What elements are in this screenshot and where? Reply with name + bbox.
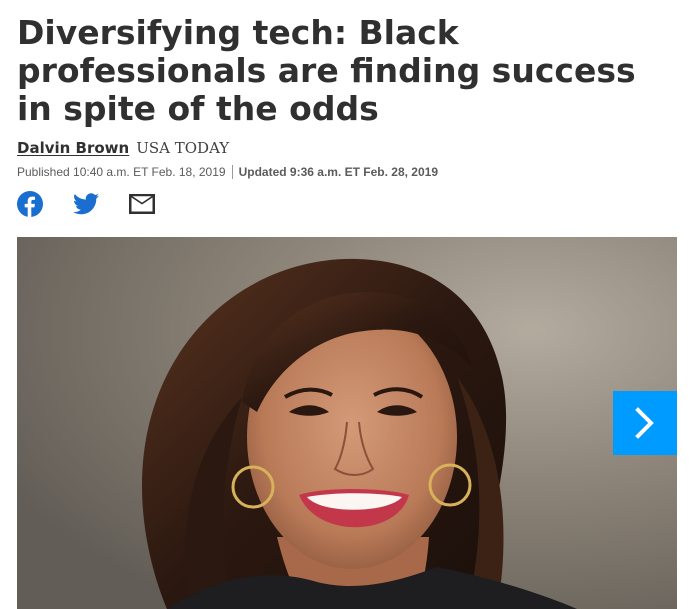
- email-share-button[interactable]: [129, 190, 185, 218]
- article-headline: Diversifying tech: Black professionals a…: [17, 13, 636, 128]
- share-bar: [17, 190, 185, 218]
- twitter-share-button[interactable]: [73, 190, 129, 218]
- chevron-right-icon: [635, 407, 654, 439]
- portrait-illustration: [17, 237, 677, 609]
- published-date: Published 10:40 a.m. ET Feb. 18, 2019: [17, 165, 226, 179]
- date-separator: [231, 165, 233, 179]
- article-page: Diversifying tech: Black professionals a…: [0, 0, 691, 609]
- twitter-icon: [73, 193, 99, 215]
- timestamps: Published 10:40 a.m. ET Feb. 18, 2019 Up…: [17, 164, 438, 180]
- byline: Dalvin Brown USA TODAY: [17, 139, 229, 161]
- updated-date: Updated 9:36 a.m. ET Feb. 28, 2019: [238, 165, 439, 179]
- facebook-share-button[interactable]: [17, 190, 73, 218]
- author-link[interactable]: Dalvin Brown: [17, 139, 129, 157]
- article-photo[interactable]: [17, 237, 677, 609]
- email-icon: [129, 194, 155, 214]
- facebook-icon: [17, 191, 43, 217]
- gallery-next-button[interactable]: [613, 391, 677, 455]
- outlet-name: USA TODAY: [136, 139, 230, 157]
